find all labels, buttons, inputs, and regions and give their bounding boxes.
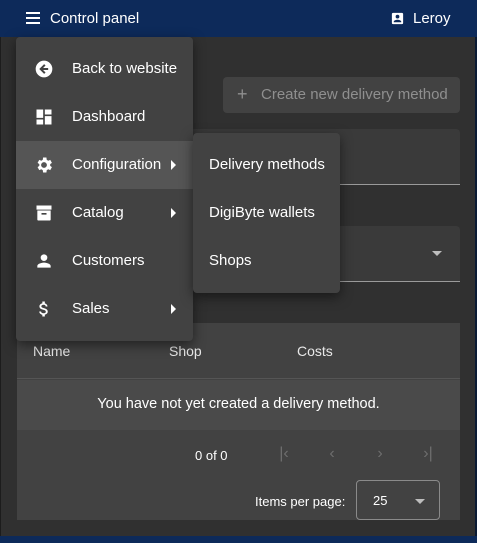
menu-item-label: Back to website — [72, 60, 178, 77]
dashboard-icon — [36, 109, 52, 125]
delivery-methods-table: Name Shop Costs You have not yet created… — [17, 323, 460, 520]
create-button-label: Create new delivery method — [261, 86, 448, 103]
menu-item-customers[interactable]: Customers — [16, 237, 193, 285]
submenu-item-delivery-methods[interactable]: Delivery methods — [193, 141, 340, 189]
items-per-page-select[interactable]: 25 — [356, 480, 440, 520]
menu-item-label: Configuration — [72, 156, 162, 173]
user-name[interactable]: Leroy — [413, 10, 451, 27]
gear-icon — [37, 157, 52, 173]
chevron-right-icon — [171, 208, 176, 218]
column-header-shop[interactable]: Shop — [169, 343, 202, 359]
menu-item-dashboard[interactable]: Dashboard — [16, 93, 193, 141]
submenu-item-label: DigiByte wallets — [209, 204, 315, 221]
menu-item-label: Catalog — [72, 204, 124, 221]
first-page-icon[interactable]: |‹ — [271, 441, 297, 467]
menu-item-sales[interactable]: Sales — [16, 285, 193, 333]
page-size-value: 25 — [373, 493, 388, 508]
items-per-page-label: Items per page: — [255, 494, 346, 509]
submenu-item-digibyte-wallets[interactable]: DigiByte wallets — [193, 189, 340, 237]
sidenav-menu: Back to website Dashboard Configuration … — [16, 37, 193, 341]
archive-icon — [36, 205, 52, 221]
arrow-back-circle-icon — [35, 60, 53, 78]
last-page-icon[interactable]: ›| — [415, 441, 441, 467]
menu-item-back-to-website[interactable]: Back to website — [16, 45, 193, 93]
plus-icon: + — [237, 84, 248, 104]
bottom-border — [0, 536, 477, 543]
submenu-item-label: Shops — [209, 252, 252, 269]
column-header-costs[interactable]: Costs — [297, 343, 333, 359]
menu-icon[interactable] — [26, 12, 40, 24]
menu-item-label: Sales — [72, 300, 110, 317]
create-delivery-method-button[interactable]: + Create new delivery method — [223, 77, 460, 113]
menu-item-label: Customers — [72, 252, 145, 269]
configuration-submenu: Delivery methods DigiByte wallets Shops — [193, 133, 340, 293]
submenu-item-shops[interactable]: Shops — [193, 237, 340, 285]
person-icon — [37, 254, 51, 268]
top-toolbar: Control panel Leroy — [0, 0, 477, 37]
menu-item-catalog[interactable]: Catalog — [16, 189, 193, 237]
chevron-right-icon — [171, 304, 176, 314]
menu-item-label: Dashboard — [72, 108, 146, 125]
chevron-down-icon — [415, 499, 425, 504]
previous-page-icon[interactable]: ‹ — [319, 441, 345, 467]
column-header-name[interactable]: Name — [33, 343, 70, 359]
empty-table-row: You have not yet created a delivery meth… — [17, 380, 460, 430]
next-page-icon[interactable]: › — [367, 441, 393, 467]
dropdown-caret-icon — [432, 251, 442, 256]
account-box-icon[interactable] — [390, 11, 405, 26]
empty-message: You have not yet created a delivery meth… — [97, 396, 380, 412]
submenu-item-label: Delivery methods — [209, 156, 325, 173]
app-title: Control panel — [50, 10, 140, 27]
paginator-range: 0 of 0 — [195, 448, 228, 463]
chevron-right-icon — [171, 160, 176, 170]
dollar-icon — [39, 301, 48, 317]
menu-item-configuration[interactable]: Configuration — [16, 141, 193, 189]
